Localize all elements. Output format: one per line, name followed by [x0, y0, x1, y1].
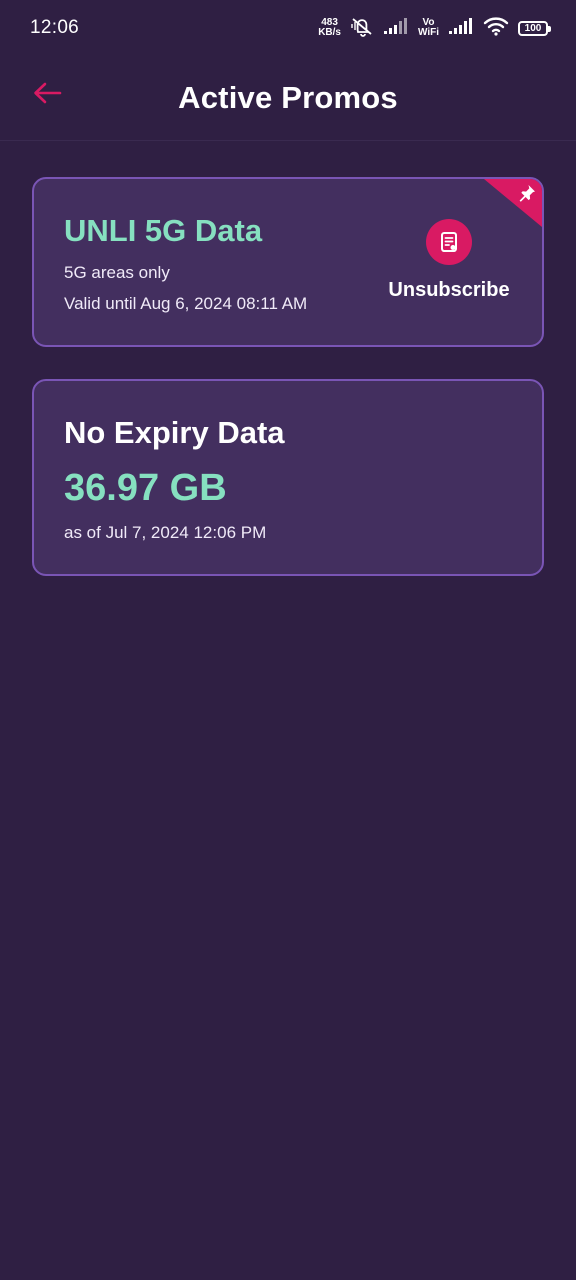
battery-indicator: 100	[518, 20, 551, 36]
promo-note: 5G areas only	[64, 263, 170, 282]
promo-validity: Valid until Aug 6, 2024 08:11 AM	[64, 294, 308, 313]
data-balance-title: No Expiry Data	[64, 415, 285, 450]
app-header: Active Promos	[0, 56, 576, 141]
document-icon	[441, 232, 457, 252]
back-button[interactable]	[30, 76, 64, 110]
vowifi-indicator: Vo WiFi	[418, 18, 439, 38]
vowifi-wifi: WiFi	[417, 27, 439, 38]
signal-icon-2	[448, 17, 474, 40]
data-balance-card: No Expiry Data 36.97 GB as of Jul 7, 202…	[32, 379, 544, 576]
unsubscribe-icon-circle	[426, 219, 472, 265]
net-speed-unit: KB/s	[318, 27, 341, 38]
status-icons: 483 KB/s Vo WiFi 100	[318, 15, 551, 42]
arrow-left-icon	[34, 82, 62, 104]
data-balance-as-of: as of Jul 7, 2024 12:06 PM	[64, 523, 267, 542]
unsubscribe-button[interactable]: Unsubscribe	[374, 219, 524, 302]
mute-vibrate-icon	[350, 15, 374, 42]
promo-card: UNLI 5G Data 5G areas only Valid until A…	[32, 177, 544, 347]
page-title: Active Promos	[178, 80, 398, 115]
signal-icon	[383, 17, 409, 40]
wifi-icon	[483, 16, 509, 41]
net-speed: 483 KB/s	[318, 18, 341, 38]
status-bar: 12:06 483 KB/s Vo WiFi 100	[0, 0, 576, 56]
unsubscribe-label: Unsubscribe	[388, 279, 510, 301]
data-balance-amount: 36.97 GB	[64, 467, 227, 509]
status-time: 12:06	[30, 17, 80, 38]
pin-icon	[517, 183, 537, 208]
promo-name: UNLI 5G Data	[64, 213, 263, 248]
